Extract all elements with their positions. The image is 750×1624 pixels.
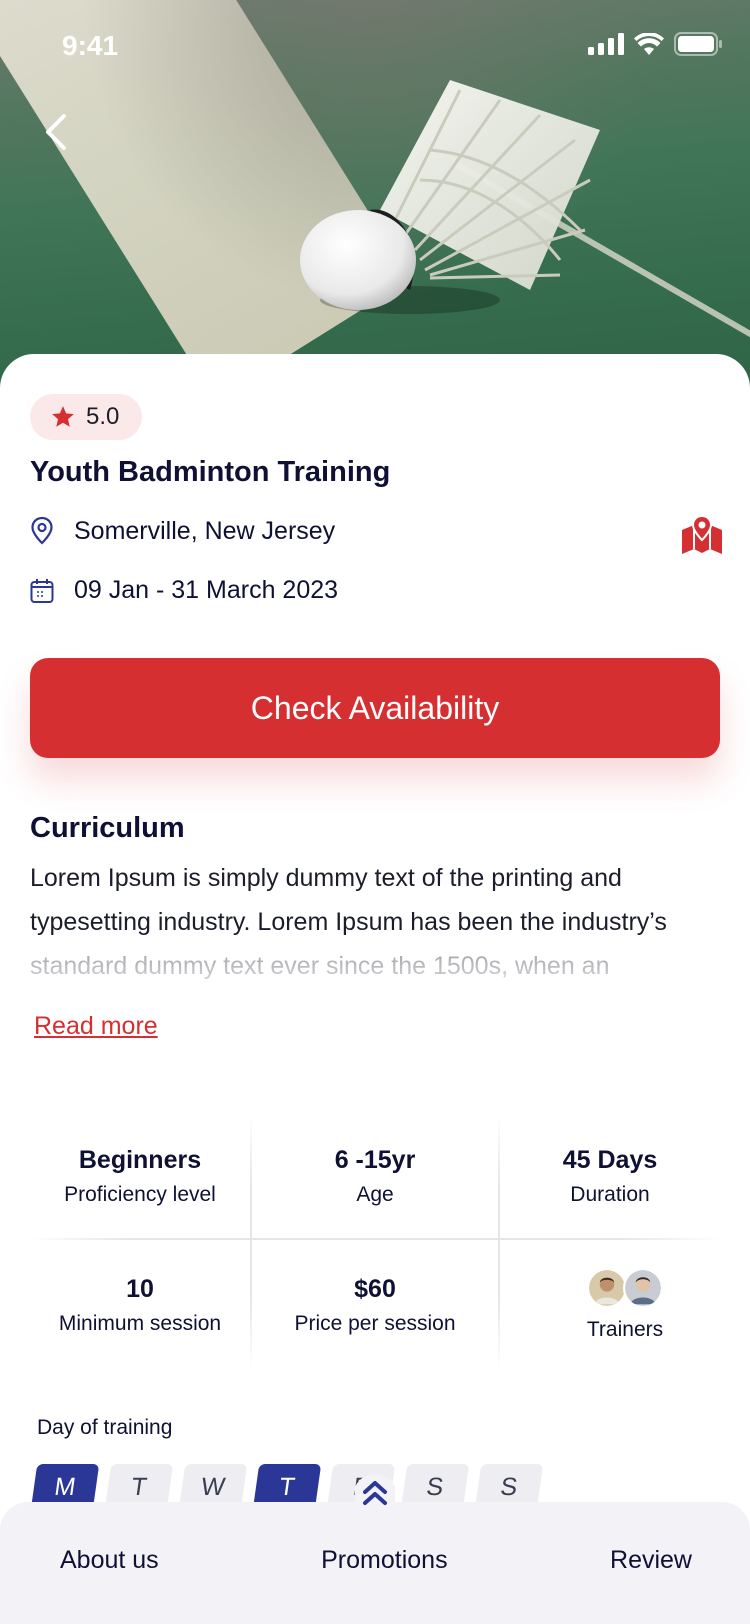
signal-icon <box>588 33 624 55</box>
bottom-tabs: About us Promotions Review <box>0 1546 750 1575</box>
status-time: 9:41 <box>62 30 119 61</box>
stat-min-session: 10 Minimum session <box>58 1274 222 1335</box>
course-stats-grid: Beginners Proficiency level 6 -15yr Age … <box>30 1114 720 1370</box>
shuttlecock-image <box>300 80 600 314</box>
course-detail-card: 5.0 Youth Badminton Training Somerville,… <box>0 354 750 1624</box>
location-row: Somerville, New Jersey <box>30 516 335 546</box>
calendar-icon <box>30 578 54 603</box>
stat-price: $60 Price per session <box>294 1274 456 1335</box>
tab-about-us[interactable]: About us <box>60 1546 159 1575</box>
training-days-label: Day of training <box>37 1416 173 1439</box>
hero-image: 9:41 <box>0 0 750 390</box>
read-more-link[interactable]: Read more <box>34 1012 158 1041</box>
star-icon <box>52 406 74 427</box>
stat-proficiency: Beginners Proficiency level <box>64 1145 216 1206</box>
trainer-avatar <box>623 1268 663 1308</box>
status-bar: 9:41 <box>0 0 750 90</box>
location-text: Somerville, New Jersey <box>74 516 336 545</box>
map-icon[interactable] <box>682 516 722 554</box>
check-availability-button[interactable]: Check Availability <box>30 658 720 758</box>
battery-icon <box>674 32 722 56</box>
chevrons-up-icon[interactable] <box>355 1474 395 1510</box>
trainer-avatars <box>587 1268 663 1308</box>
stat-duration: 45 Days Duration <box>562 1145 658 1206</box>
course-title: Youth Badminton Training <box>30 456 391 488</box>
stat-trainers[interactable]: Trainers <box>500 1240 750 1370</box>
trainer-avatar <box>587 1268 627 1308</box>
tab-promotions[interactable]: Promotions <box>321 1546 447 1575</box>
rating-value: 5.0 <box>86 403 120 430</box>
curriculum-heading: Curriculum <box>30 812 185 844</box>
back-chevron-icon[interactable] <box>38 110 78 154</box>
wifi-icon <box>634 33 664 55</box>
rating-badge: 5.0 <box>30 394 142 440</box>
date-range-text: 09 Jan - 31 March 2023 <box>74 576 339 604</box>
location-pin-icon <box>31 516 53 545</box>
tab-review[interactable]: Review <box>610 1546 692 1575</box>
date-row: 09 Jan - 31 March 2023 <box>30 576 338 605</box>
stat-age: 6 -15yr Age <box>334 1145 416 1206</box>
